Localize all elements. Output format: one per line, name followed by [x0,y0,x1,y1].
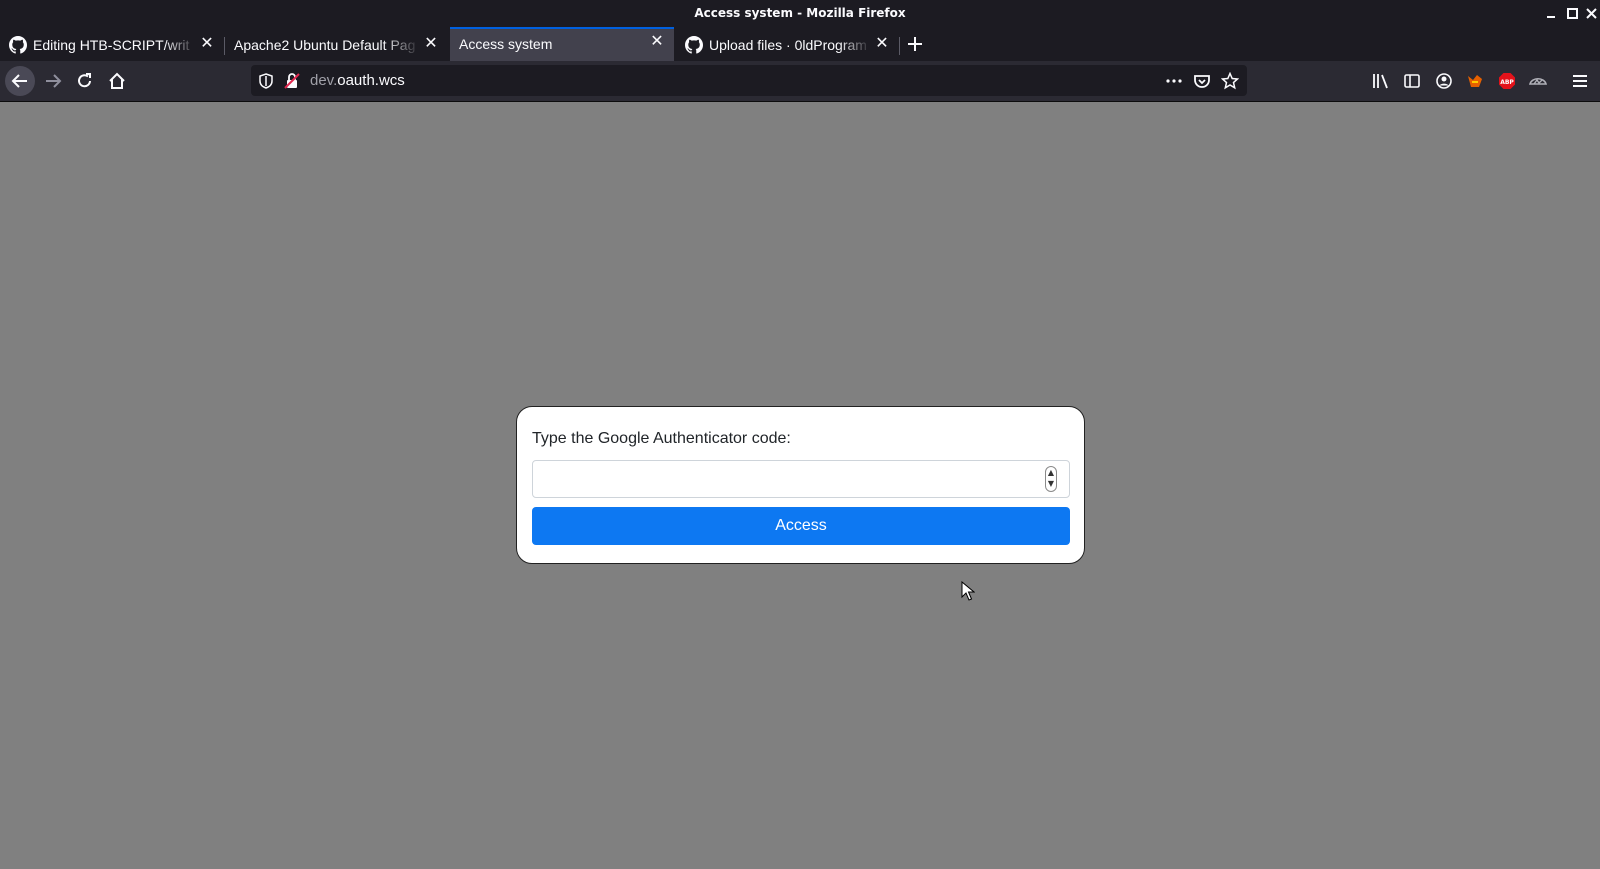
tab-label: Editing HTB-SCRIPT/writ [33,37,190,53]
spin-down-icon[interactable]: ▼ [1046,478,1056,489]
tab-separator [899,37,900,55]
close-tab-icon[interactable]: ✕ [421,34,441,54]
library-icon[interactable] [1372,72,1390,90]
hamburger-menu-icon[interactable] [1571,72,1589,90]
account-icon[interactable] [1435,72,1453,90]
access-button[interactable]: Access [532,507,1070,545]
authenticator-code-field[interactable]: ▲ ▼ [532,460,1070,498]
tab-apache2-default[interactable]: Apache2 Ubuntu Default Pag ✕ [225,29,440,61]
pocket-icon[interactable] [1193,72,1211,90]
insecure-lock-icon[interactable] [283,72,301,90]
window-title: Access system - Mozilla Firefox [694,6,906,20]
authenticator-prompt: Type the Google Authenticator code: [532,430,791,447]
arrow-right-icon [46,74,62,88]
url-text[interactable]: dev.oauth.wcs [310,72,405,89]
home-icon [109,72,125,89]
wappalyzer-extension-icon[interactable] [1528,72,1548,90]
number-spinner[interactable]: ▲ ▼ [1045,466,1057,492]
tab-strip: Editing HTB-SCRIPT/writ ✕ Apache2 Ubuntu… [0,27,1600,61]
close-tab-icon[interactable]: ✕ [647,32,667,52]
close-tab-icon[interactable]: ✕ [872,34,892,54]
url-subdomain: dev. [310,72,338,89]
tab-label: Apache2 Ubuntu Default Pag [234,37,416,53]
tab-label: Upload files · 0ldProgram [709,37,867,53]
window-titlebar: Access system - Mozilla Firefox [0,0,1600,27]
minimize-icon[interactable] [1542,3,1562,23]
shield-icon[interactable] [257,72,275,90]
url-domain: oauth.wcs [337,72,405,89]
tab-access-system[interactable]: Access system ✕ [450,27,674,61]
tab-label: Access system [459,36,553,52]
url-bar[interactable]: dev.oauth.wcs [251,65,1247,96]
github-icon [685,36,703,54]
sidebar-icon[interactable] [1403,72,1421,90]
authenticator-code-input[interactable] [541,461,1035,497]
navigation-toolbar: dev.oauth.wcs ABP [0,61,1600,102]
star-icon[interactable] [1220,71,1240,90]
mouse-cursor-icon [961,581,975,601]
back-button[interactable] [5,66,35,96]
foxyproxy-extension-icon[interactable] [1466,72,1484,90]
tab-upload-files[interactable]: Upload files · 0ldProgram ✕ [685,29,895,61]
spin-up-icon[interactable]: ▲ [1046,467,1056,478]
close-window-icon[interactable] [1584,3,1600,23]
reload-button[interactable] [70,66,100,96]
tab-editing-htb-script[interactable]: Editing HTB-SCRIPT/writ ✕ [9,29,219,61]
forward-button[interactable] [38,66,68,96]
github-icon [9,36,27,54]
authenticator-dialog: Type the Google Authenticator code: ▲ ▼ … [516,406,1085,564]
maximize-icon[interactable] [1563,3,1583,23]
close-tab-icon[interactable]: ✕ [197,34,217,54]
more-actions-icon[interactable] [1165,72,1183,90]
new-tab-icon[interactable] [903,32,927,56]
reload-icon [78,73,91,88]
svg-text:ABP: ABP [1500,79,1514,86]
adblock-plus-icon[interactable]: ABP [1498,72,1516,90]
arrow-left-icon [11,74,27,88]
home-button[interactable] [102,66,132,96]
